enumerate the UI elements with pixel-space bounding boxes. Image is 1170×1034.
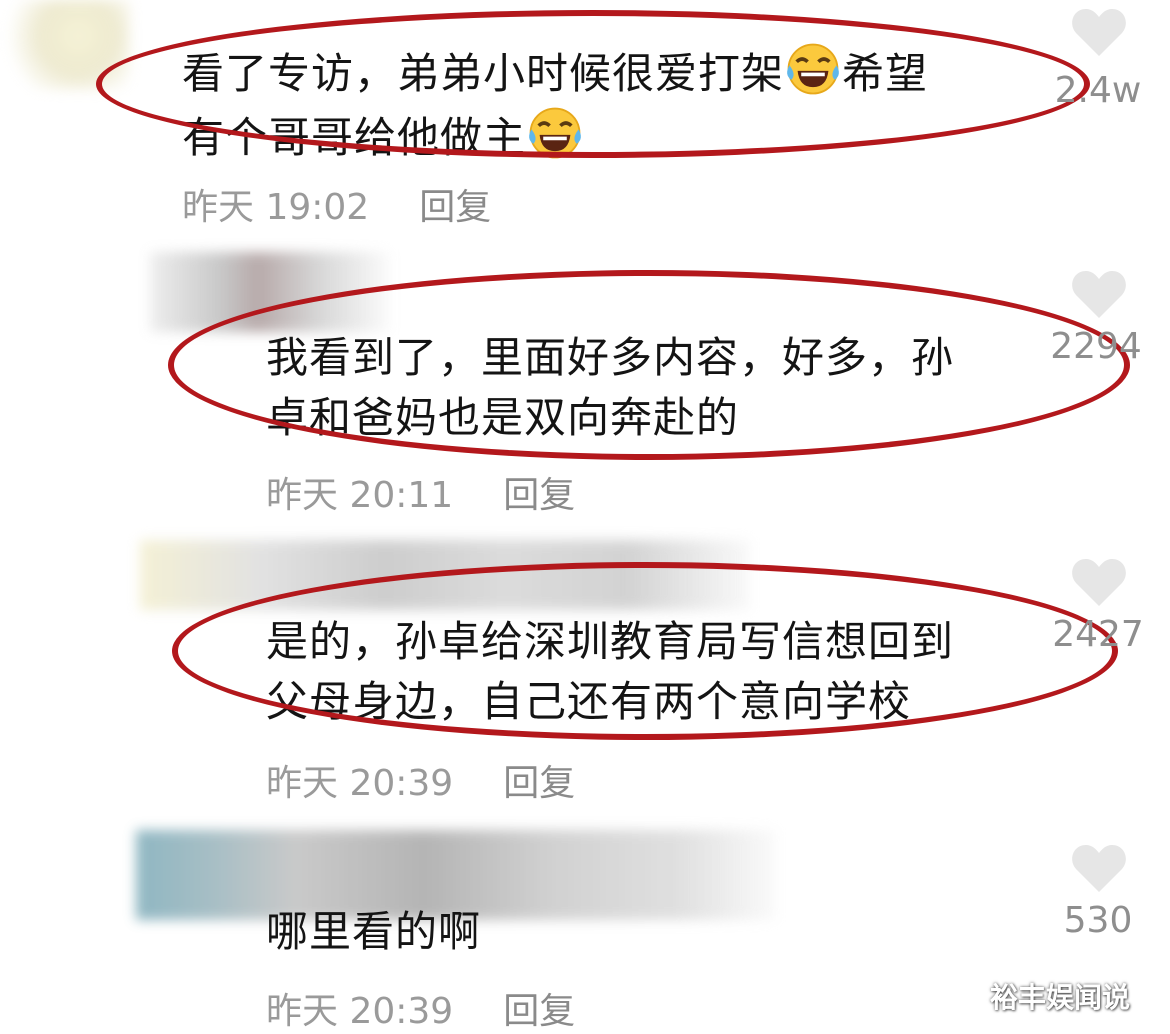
heart-icon[interactable] — [1070, 268, 1128, 320]
highlight-ring — [168, 270, 1130, 460]
watermark: 裕丰娱闻说 — [990, 981, 1131, 1014]
comment-time: 昨天 20:11 — [266, 475, 454, 516]
comment-3-meta: 昨天 20:39 回复 — [266, 754, 575, 806]
comment-time: 昨天 20:39 — [266, 991, 454, 1032]
like-count: 2.4w — [1054, 70, 1142, 111]
comment-1-meta: 昨天 19:02 回复 — [182, 178, 491, 230]
comment-4-meta: 昨天 20:39 回复 — [266, 982, 575, 1034]
heart-icon[interactable] — [1070, 6, 1128, 58]
comment-4-text: 哪里看的啊 — [266, 907, 482, 956]
like-count: 2427 — [1052, 614, 1144, 655]
reply-button[interactable]: 回复 — [419, 187, 491, 228]
reply-button[interactable]: 回复 — [503, 991, 575, 1032]
heart-icon[interactable] — [1070, 556, 1128, 608]
comment-time: 昨天 20:39 — [266, 763, 454, 804]
comment-2-meta: 昨天 20:11 回复 — [266, 466, 575, 518]
heart-icon[interactable] — [1070, 842, 1128, 894]
reply-button[interactable]: 回复 — [503, 475, 575, 516]
comment-time: 昨天 19:02 — [182, 187, 370, 228]
like-count: 530 — [1063, 900, 1133, 941]
like-count: 2294 — [1050, 326, 1142, 367]
highlight-ring — [96, 10, 1090, 158]
highlight-ring — [172, 562, 1118, 740]
reply-button[interactable]: 回复 — [503, 763, 575, 804]
